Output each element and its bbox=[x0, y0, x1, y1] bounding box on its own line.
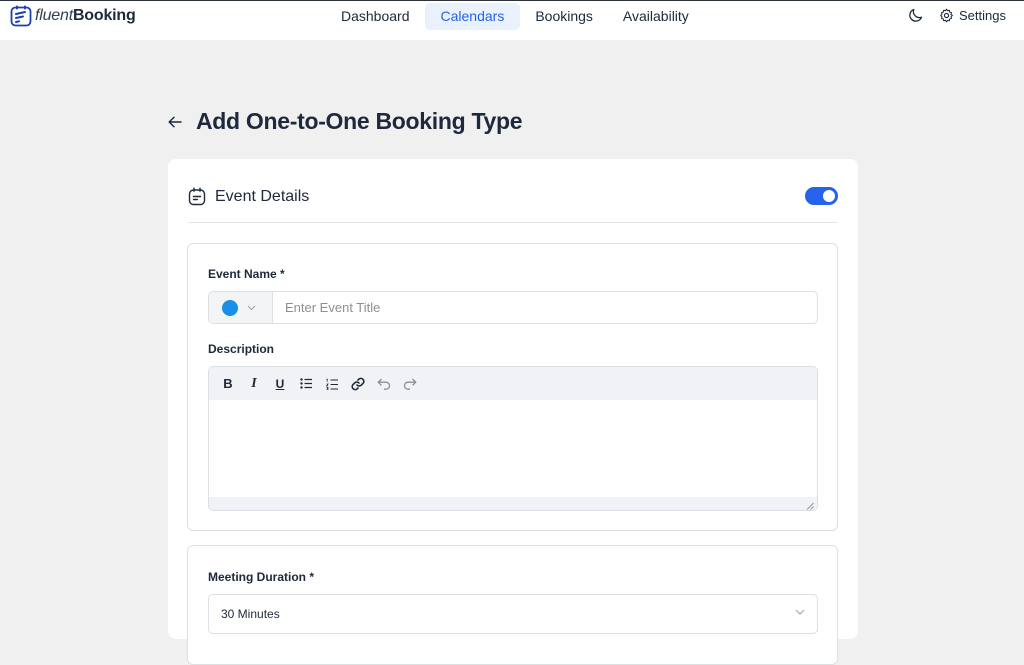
event-form-card: Event Details Event Name * Description B… bbox=[168, 159, 858, 665]
underline-button[interactable]: U bbox=[269, 373, 291, 395]
numbered-list-button[interactable] bbox=[321, 373, 343, 395]
brand-logo[interactable]: fluentBooking bbox=[10, 5, 136, 27]
description-text-area[interactable] bbox=[209, 400, 817, 497]
undo-icon bbox=[377, 378, 391, 390]
bullet-list-button[interactable] bbox=[295, 373, 317, 395]
page-header: Add One-to-One Booking Type bbox=[168, 108, 523, 135]
description-label: Description bbox=[208, 342, 275, 356]
editor-statusbar bbox=[209, 497, 817, 510]
event-color-picker[interactable] bbox=[209, 292, 273, 323]
brand-name-bold: Booking bbox=[72, 7, 136, 24]
settings-label: Settings bbox=[959, 7, 1006, 23]
event-info-section: Event Name * Description B I U bbox=[187, 243, 838, 531]
toggle-knob bbox=[823, 190, 835, 202]
meeting-duration-select[interactable]: 30 Minutes bbox=[208, 594, 818, 634]
nav-availability[interactable]: Availability bbox=[608, 3, 704, 30]
nav-bookings[interactable]: Bookings bbox=[520, 3, 608, 30]
calendar-note-icon bbox=[188, 187, 206, 206]
event-details-title: Event Details bbox=[215, 187, 310, 205]
event-color-swatch bbox=[222, 299, 238, 316]
redo-icon bbox=[403, 378, 417, 390]
undo-button[interactable] bbox=[373, 373, 395, 395]
chevron-down-icon bbox=[247, 305, 256, 310]
event-name-field bbox=[208, 291, 818, 324]
top-right-actions: Settings bbox=[907, 6, 1006, 24]
event-name-label: Event Name * bbox=[208, 267, 285, 281]
chevron-down-icon bbox=[795, 609, 805, 615]
meeting-duration-label: Meeting Duration * bbox=[208, 570, 315, 584]
bullet-list-icon bbox=[299, 378, 312, 389]
page-title: Add One-to-One Booking Type bbox=[196, 108, 523, 134]
fluent-booking-logo-icon bbox=[10, 5, 32, 27]
nav-dashboard[interactable]: Dashboard bbox=[326, 3, 425, 30]
italic-button[interactable]: I bbox=[243, 373, 265, 395]
settings-button[interactable]: Settings bbox=[939, 8, 1006, 23]
moon-icon bbox=[909, 8, 923, 22]
editor-toolbar: B I U bbox=[209, 367, 817, 400]
meeting-duration-section: Meeting Duration * 30 Minutes bbox=[187, 545, 838, 665]
bold-button[interactable]: B bbox=[217, 373, 239, 395]
numbered-list-icon bbox=[325, 378, 338, 390]
top-navbar: fluentBooking Dashboard Calendars Bookin… bbox=[0, 0, 1024, 40]
back-button[interactable] bbox=[168, 114, 184, 130]
description-editor: B I U bbox=[208, 366, 818, 511]
event-details-toggle[interactable] bbox=[805, 187, 838, 205]
event-details-header: Event Details bbox=[188, 187, 838, 223]
event-title-input[interactable] bbox=[273, 292, 817, 323]
theme-toggle-button[interactable] bbox=[907, 6, 925, 24]
arrow-left-icon bbox=[168, 116, 182, 127]
meeting-duration-value: 30 Minutes bbox=[221, 607, 280, 621]
resize-handle-icon[interactable] bbox=[806, 502, 814, 510]
nav-calendars[interactable]: Calendars bbox=[424, 3, 521, 30]
brand-name-light: fluent bbox=[35, 7, 73, 24]
redo-button[interactable] bbox=[399, 373, 421, 395]
brand-name: fluentBooking bbox=[35, 7, 136, 25]
gear-icon bbox=[940, 8, 953, 22]
main-nav: Dashboard Calendars Bookings Availabilit… bbox=[326, 3, 704, 30]
link-icon bbox=[351, 377, 365, 390]
link-button[interactable] bbox=[347, 373, 369, 395]
